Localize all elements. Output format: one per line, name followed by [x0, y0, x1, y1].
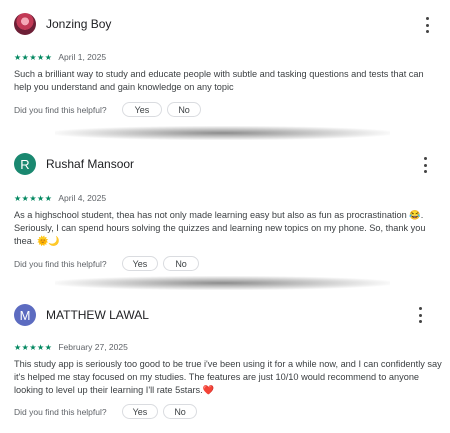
review-date: February 27, 2025 — [58, 342, 128, 352]
helpful-prompt: Did you find this helpful? — [14, 104, 107, 115]
author-name: MATTHEW LAWAL — [46, 308, 149, 322]
avatar: M — [14, 304, 36, 326]
review-card: Jonzing Boy ★★★★★ April 1, 2025 Such a b… — [0, 0, 450, 129]
star-rating: ★★★★★ — [14, 193, 53, 203]
helpful-prompt: Did you find this helpful? — [14, 406, 107, 417]
review-text: As a highschool student, thea has not on… — [14, 210, 426, 246]
more-options-icon[interactable] — [424, 17, 430, 33]
author-name: Jonzing Boy — [46, 17, 112, 31]
star-rating: ★★★★★ — [14, 52, 53, 62]
helpful-prompt: Did you find this helpful? — [14, 258, 107, 269]
helpful-yes-button[interactable]: Yes — [121, 102, 163, 117]
helpful-no-button[interactable]: No — [167, 102, 201, 117]
review-text: This study app is seriously too good to … — [14, 359, 442, 395]
review-header: R Rushaf Mansoor — [14, 153, 134, 175]
review-date: April 1, 2025 — [58, 52, 107, 62]
helpful-row: Did you find this helpful? Yes No — [14, 404, 197, 419]
review-meta: ★★★★★ April 1, 2025 — [14, 52, 106, 62]
avatar: R — [14, 153, 36, 175]
review-header: M MATTHEW LAWAL — [14, 304, 149, 326]
card-divider — [55, 126, 390, 140]
review-card: M MATTHEW LAWAL ★★★★★ February 27, 2025 … — [0, 294, 450, 433]
helpful-row: Did you find this helpful? Yes No — [14, 256, 199, 271]
helpful-no-button[interactable]: No — [163, 256, 199, 271]
review-text: Such a brilliant way to study and educat… — [14, 69, 424, 92]
review-card: R Rushaf Mansoor ★★★★★ April 4, 2025 As … — [0, 145, 450, 277]
card-divider — [55, 276, 390, 290]
avatar — [14, 13, 36, 35]
author-name: Rushaf Mansoor — [46, 157, 135, 171]
helpful-yes-button[interactable]: Yes — [121, 256, 159, 271]
star-rating: ★★★★★ — [14, 342, 53, 352]
review-header: Jonzing Boy — [14, 13, 111, 35]
helpful-no-button[interactable]: No — [163, 404, 197, 419]
more-options-icon[interactable] — [417, 307, 423, 323]
review-meta: ★★★★★ February 27, 2025 — [14, 342, 128, 352]
review-meta: ★★★★★ April 4, 2025 — [14, 193, 106, 203]
more-options-icon[interactable] — [422, 157, 428, 173]
review-date: April 4, 2025 — [58, 193, 107, 203]
helpful-yes-button[interactable]: Yes — [121, 404, 159, 419]
helpful-row: Did you find this helpful? Yes No — [14, 102, 201, 117]
